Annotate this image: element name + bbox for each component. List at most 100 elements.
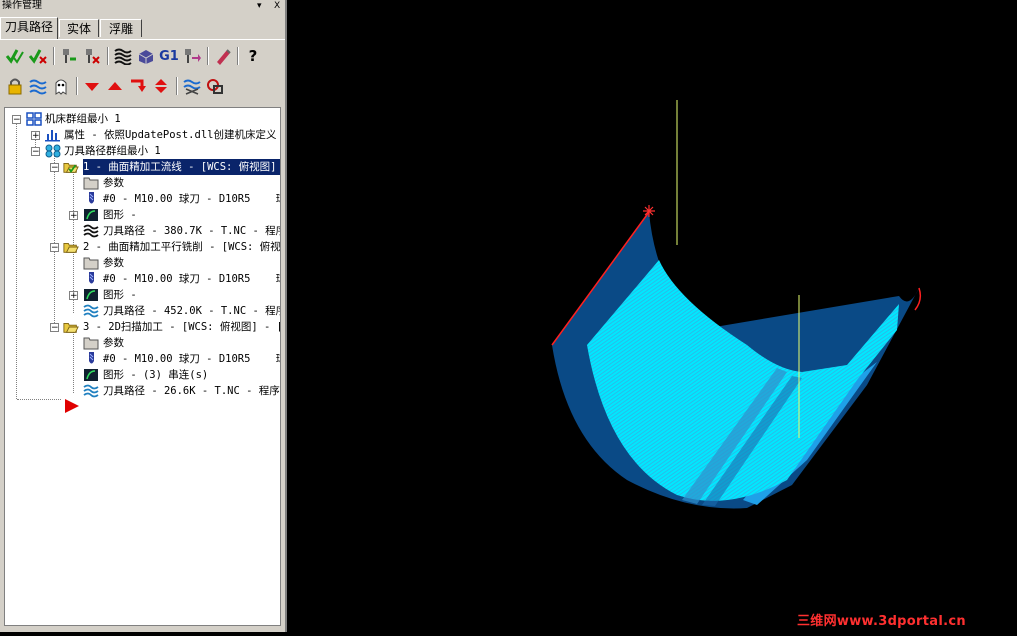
toolbar-separator [176,77,178,95]
ghost-icon [55,79,67,95]
tab-toolpaths[interactable]: 刀具路径 [0,17,58,39]
up-down-arrow-icon [155,79,167,93]
double-check-icon [5,49,24,64]
tree-node-operation-3[interactable]: − 3 - 2D扫描加工 - [WCS: 俯视图] - [刀具面: 俯视 [5,319,280,335]
help-button[interactable]: ? [242,45,264,67]
select-all-operations-button[interactable] [4,45,26,67]
toolbar-separator [237,47,239,65]
tree-node-label: 1 - 曲面精加工流线 - [WCS: 俯视图] - [刀具面 [83,159,280,175]
tree-node-operation-2[interactable]: − 2 - 曲面精加工平行铣削 - [WCS: 俯视图] - [刀具 [5,239,281,255]
operations-tree[interactable]: − 机床群组最小 1 + 属性 - 依照UpdatePost.dll创建机床定义… [4,107,281,626]
tab-solids[interactable]: 实体 [59,19,99,37]
insert-arrow-button[interactable] [127,75,149,97]
select-invalid-operations-button[interactable] [27,45,49,67]
toggle-display-button[interactable] [27,75,49,97]
lock-button[interactable] [4,75,26,97]
properties-chart-icon [45,130,60,142]
tree-node-label: 刀具路径 - 452.0K - T.NC - 程序号码 [103,305,280,317]
collapse-toggle[interactable]: − [50,243,59,253]
toggle-post-button[interactable] [50,75,72,97]
open-folder-icon [63,243,79,253]
tree-node-toolpath[interactable]: 刀具路径 - 26.6K - T.NC - 程序号码 0 [5,383,280,399]
tree-node-label: #0 - M10.00 球刀 - D10R5 球刀 [103,353,281,365]
collapse-toggle[interactable]: − [50,323,59,333]
tree-node-label: 2 - 曲面精加工平行铣削 - [WCS: 俯视图] - [刀具 [83,241,281,253]
tree-node-label: 属性 - 依照UpdatePost.dll创建机床定义 [64,129,277,141]
tree-node-parameters[interactable]: 参数 [5,335,280,351]
collapse-toggle[interactable]: − [31,147,40,157]
tree-node-label: 参数 [103,257,124,269]
post-selected-button[interactable] [181,45,203,67]
tree-node-tool[interactable]: #0 - M10.00 球刀 - D10R5 球刀 [5,271,280,287]
ball-endmill-icon [89,352,94,364]
tree-node-label: #0 - M10.00 球刀 - D10R5 球刀 [103,193,281,205]
machine-group-icon [26,112,42,126]
collapse-toggle[interactable]: − [12,115,21,125]
shapes-icon [207,79,223,94]
tree-node-parameters[interactable]: 参数 [5,175,280,191]
tree-node-toolpath[interactable]: 刀具路径 - 380.7K - T.NC - 程序号码 [5,223,280,239]
tree-node-label: 3 - 2D扫描加工 - [WCS: 俯视图] - [刀具面: 俯视 [83,321,280,333]
watermark: 三维网www.3dportal.cn [797,614,966,629]
toolbar-separator [53,47,55,65]
tree-node-label: 图形 - [103,289,137,301]
tree-node-label: 参数 [103,177,124,189]
toolbar-row-2 [4,75,283,99]
high-feed-button[interactable] [212,45,234,67]
panel-titlebar: 操作管理 ▾ X [0,0,285,12]
verify-button[interactable] [135,45,157,67]
toolpath-3d-view[interactable] [287,0,1017,632]
collapse-toggle[interactable]: − [50,163,59,173]
graphics-viewport[interactable] [287,0,1017,632]
regenerate-dirty-button[interactable] [81,45,103,67]
lock-icon [8,78,22,95]
tree-node-toolpath[interactable]: 刀具路径 - 452.0K - T.NC - 程序号码 [5,303,280,319]
tree-node-tool[interactable]: #0 - M10.00 球刀 - D10R5 球刀 [5,351,281,367]
selected-waves-icon [183,79,201,95]
tree-node-label: 图形 - [103,209,137,221]
geometry-icon [84,209,98,221]
toolbar-separator [207,47,209,65]
toolpath-group-icon [45,144,61,158]
move-arrow-down-button[interactable] [81,75,103,97]
tree-node-tool[interactable]: #0 - M10.00 球刀 - D10R5 球刀 [5,191,281,207]
tree-node-geometry[interactable]: 图形 - (3) 串连(s) [5,367,280,383]
tab-relief[interactable]: 浮雕 [100,19,142,37]
insert-arrow-icon [131,79,146,92]
ball-endmill-icon [89,272,94,284]
folder-icon [83,257,99,270]
triangle-up-icon [108,82,122,90]
toolbar-row-1: G1 ? [4,45,283,69]
toolpath-waves-icon [83,224,99,238]
toggle-waves-icon [29,79,47,95]
tree-node-properties[interactable]: + 属性 - 依照UpdatePost.dll创建机床定义 [5,127,280,143]
display-selected-button[interactable] [181,75,203,97]
tree-node-toolpath-group[interactable]: − 刀具路径群组最小 1 [5,143,280,159]
tree-node-label: 图形 - (3) 串连(s) [103,369,209,381]
expand-toggle[interactable]: + [69,211,78,221]
regenerate-all-button[interactable] [58,45,80,67]
scroll-to-arrow-button[interactable] [150,75,172,97]
folder-icon [83,337,99,350]
start-marker-icon [643,205,655,217]
tree-node-label: 刀具路径群组最小 1 [64,145,161,157]
backplot-button[interactable] [112,45,134,67]
regenerate-dirty-icon [86,49,100,64]
geometry-icon [84,369,98,381]
only-visible-button[interactable] [204,75,226,97]
expand-toggle[interactable]: + [31,131,40,141]
move-arrow-up-button[interactable] [104,75,126,97]
tree-node-label: 刀具路径 - 380.7K - T.NC - 程序号码 [103,225,280,237]
tree-node-machine-group[interactable]: − 机床群组最小 1 [5,111,280,127]
insert-position-arrow-icon[interactable] [63,398,81,414]
tree-node-geometry[interactable]: + 图形 - [5,287,280,303]
pin-icon[interactable]: ▾ [257,0,262,12]
g1-button[interactable]: G1 [158,45,180,67]
ball-endmill-icon [89,192,94,204]
tree-node-operation-1[interactable]: − 1 - 曲面精加工流线 - [WCS: 俯视图] - [刀具面 [5,159,280,175]
tree-node-geometry[interactable]: + 图形 - [5,207,280,223]
expand-toggle[interactable]: + [69,291,78,301]
toolbar-separator [107,47,109,65]
close-icon[interactable]: X [274,0,280,12]
tree-node-parameters[interactable]: 参数 [5,255,280,271]
